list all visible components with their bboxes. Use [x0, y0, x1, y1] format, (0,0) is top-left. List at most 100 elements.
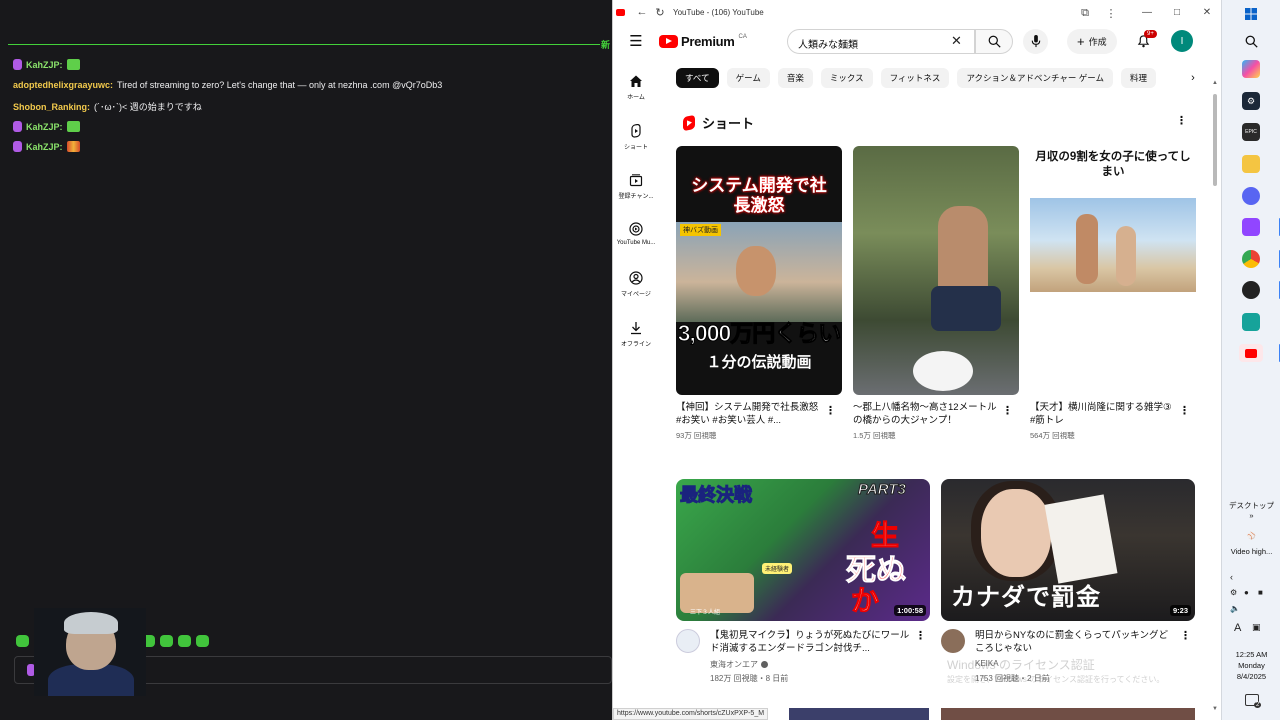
video-title[interactable]: 【鬼初見マイクラ】りょうが死ぬたびにワールド消滅するエンダードラゴン討伐チ...: [710, 629, 910, 655]
emote-icon[interactable]: [16, 635, 29, 647]
short-card[interactable]: 月収の9割を女の子に使ってしまい 【天才】横川尚隆に関する雑学③ #筋トレ 56…: [1030, 146, 1196, 441]
video-title[interactable]: 明日からNYなのに罰金くらってパッキングどころじゃない: [975, 629, 1175, 655]
desktop-expand[interactable]: »: [1222, 511, 1280, 520]
clock-time[interactable]: 12:25 AM: [1222, 650, 1280, 659]
more-vert-icon[interactable]: ⋮: [1180, 629, 1191, 642]
title-bar: ← ↻ YouTube - (106) YouTube ⧉ ⋮ — □ ✕: [613, 0, 1222, 24]
chip-all[interactable]: すべて: [676, 68, 719, 88]
next-row-thumbnail[interactable]: [941, 708, 1195, 720]
epic-games-icon[interactable]: EPIC: [1242, 123, 1260, 141]
chip-music[interactable]: 音楽: [777, 68, 813, 88]
volume-icon[interactable]: 🔈: [1230, 604, 1240, 613]
ime-icon[interactable]: ▣: [1252, 622, 1261, 633]
emote-icon[interactable]: [196, 635, 209, 647]
chat-username[interactable]: KahZJP:: [26, 60, 63, 70]
app-icon[interactable]: [1242, 313, 1260, 331]
more-vert-icon[interactable]: ⋮: [825, 404, 836, 417]
file-explorer-icon[interactable]: [1242, 155, 1260, 173]
chip-cooking[interactable]: 料理: [1121, 68, 1157, 88]
chevron-right-icon[interactable]: ›: [1183, 68, 1203, 88]
chip-fitness[interactable]: フィットネス: [880, 68, 950, 88]
windows-start-icon[interactable]: [1242, 5, 1260, 23]
scrollbar[interactable]: [1211, 88, 1218, 708]
tray-mic-icon[interactable]: ●: [1244, 588, 1249, 597]
menu-icon[interactable]: ☰: [627, 32, 645, 50]
reload-icon[interactable]: ↻: [651, 3, 669, 21]
channel-avatar[interactable]: [941, 629, 965, 653]
copilot-icon[interactable]: [1242, 60, 1260, 78]
more-vert-icon[interactable]: ⋮: [1102, 4, 1120, 22]
emote-icon[interactable]: [178, 635, 191, 647]
guide-item-shorts[interactable]: ショート: [613, 124, 659, 151]
chevron-left-icon[interactable]: ‹: [1230, 572, 1233, 582]
search-input[interactable]: 人類みな麺類: [787, 29, 975, 54]
short-title[interactable]: 【神回】システム開発で社長激怒#お笑い #お笑い芸人 #...: [676, 401, 820, 427]
create-button[interactable]: + 作成: [1067, 29, 1117, 54]
emote-icon[interactable]: [160, 635, 173, 647]
chrome-icon[interactable]: [1242, 250, 1260, 268]
guide-item-music[interactable]: YouTube Mu...: [613, 222, 659, 246]
clock-date[interactable]: 8/4/2025: [1222, 672, 1280, 681]
chat-username[interactable]: KahZJP:: [26, 122, 63, 132]
obs-icon[interactable]: [1242, 281, 1260, 299]
thumbnail-caption: か: [850, 585, 880, 617]
windows-logo-icon: [1245, 8, 1257, 20]
guide-item-you[interactable]: マイページ: [613, 271, 659, 298]
youtube-premium-logo[interactable]: Premium CA: [659, 34, 747, 49]
webcam-hair: [64, 612, 118, 634]
channel-avatar[interactable]: [676, 629, 700, 653]
chat-message: Shobon_Ranking: (´･ω･`)< 週の始まりですね: [13, 100, 202, 113]
search-icon[interactable]: [1242, 32, 1260, 50]
scroll-down-arrow-icon[interactable]: ▼: [1212, 706, 1218, 712]
scroll-up-arrow-icon[interactable]: ▲: [1212, 80, 1218, 86]
more-vert-icon[interactable]: ⋮: [1179, 404, 1190, 417]
back-arrow-icon[interactable]: ←: [633, 3, 651, 21]
short-title[interactable]: 【天才】横川尚隆に関する雑学③ #筋トレ: [1030, 401, 1174, 427]
video-duration: 9:23: [1169, 605, 1191, 616]
youtube-app-icon[interactable]: [1239, 344, 1263, 362]
media-widget-label[interactable]: Video high...: [1222, 547, 1280, 556]
channel-name[interactable]: 東海オンエア: [710, 659, 768, 670]
video-card[interactable]: 最終決戦 PART3 生 死ぬ か 未経験者 三下３人組 1:00:58 【鬼初…: [676, 479, 930, 689]
tray-app-icon[interactable]: ■: [1258, 588, 1263, 597]
ime-mode-icon[interactable]: A: [1234, 622, 1241, 634]
guide-item-downloads[interactable]: オフライン: [613, 321, 659, 348]
chat-username[interactable]: Shobon_Ranking:: [13, 102, 90, 112]
account-avatar[interactable]: I: [1171, 30, 1193, 52]
video-thumbnail[interactable]: 最終決戦 PART3 生 死ぬ か 未経験者 三下３人組 1:00:58: [676, 479, 930, 621]
desktop-label[interactable]: デスクトップ: [1222, 500, 1280, 511]
clear-search-icon[interactable]: ✕: [951, 33, 962, 49]
video-thumbnail[interactable]: カナダで罰金 9:23: [941, 479, 1195, 621]
more-vert-icon[interactable]: ⋮: [915, 629, 926, 642]
tray-copilot-icon[interactable]: ⚙: [1230, 588, 1237, 597]
chat-username[interactable]: KahZJP:: [26, 142, 63, 152]
extension-icon[interactable]: ⧉: [1076, 4, 1094, 22]
minimize-button[interactable]: —: [1132, 0, 1162, 24]
short-card[interactable]: 〜郡上八幡名物〜高さ12メートルの橋からの大ジャンプ！ 1.5万 回視聴 ⋮: [853, 146, 1019, 441]
chip-games[interactable]: ゲーム: [726, 68, 770, 88]
guide-item-home[interactable]: ホーム: [613, 74, 659, 101]
scrollbar-thumb[interactable]: [1213, 94, 1217, 186]
close-window-button[interactable]: ✕: [1192, 0, 1222, 24]
short-thumbnail[interactable]: [853, 146, 1019, 395]
thumbnail-photo: [1030, 198, 1196, 292]
clock-day[interactable]: Monday: [1222, 661, 1280, 670]
short-card[interactable]: システム開発で社長激怒 神バズ動画 3,000万円くらい １分の伝説動画 【神回…: [676, 146, 842, 441]
short-thumbnail[interactable]: システム開発で社長激怒 神バズ動画 3,000万円くらい １分の伝説動画: [676, 146, 842, 395]
chip-action-adventure[interactable]: アクション＆アドベンチャー ゲーム: [957, 68, 1114, 88]
twitch-icon[interactable]: [1242, 218, 1260, 236]
steam-icon[interactable]: ⚙: [1242, 92, 1260, 110]
chat-username[interactable]: adoptedhelixgraayuwc:: [13, 80, 113, 90]
chat-text: Tired of streaming to zero? Let's change…: [117, 80, 443, 90]
short-title[interactable]: 〜郡上八幡名物〜高さ12メートルの橋からの大ジャンプ！: [853, 401, 997, 427]
guide-item-subscriptions[interactable]: 登録チャン...: [613, 173, 659, 200]
maximize-button[interactable]: □: [1162, 0, 1192, 24]
voice-search-button[interactable]: [1023, 29, 1048, 54]
chip-mixes[interactable]: ミックス: [820, 68, 873, 88]
more-vert-icon[interactable]: ⋮: [1176, 114, 1187, 127]
search-button[interactable]: [975, 29, 1013, 54]
more-vert-icon[interactable]: ⋮: [1002, 404, 1013, 417]
discord-icon[interactable]: [1242, 187, 1260, 205]
next-row-thumbnail[interactable]: [789, 708, 929, 720]
short-thumbnail[interactable]: 月収の9割を女の子に使ってしまい: [1030, 146, 1196, 395]
